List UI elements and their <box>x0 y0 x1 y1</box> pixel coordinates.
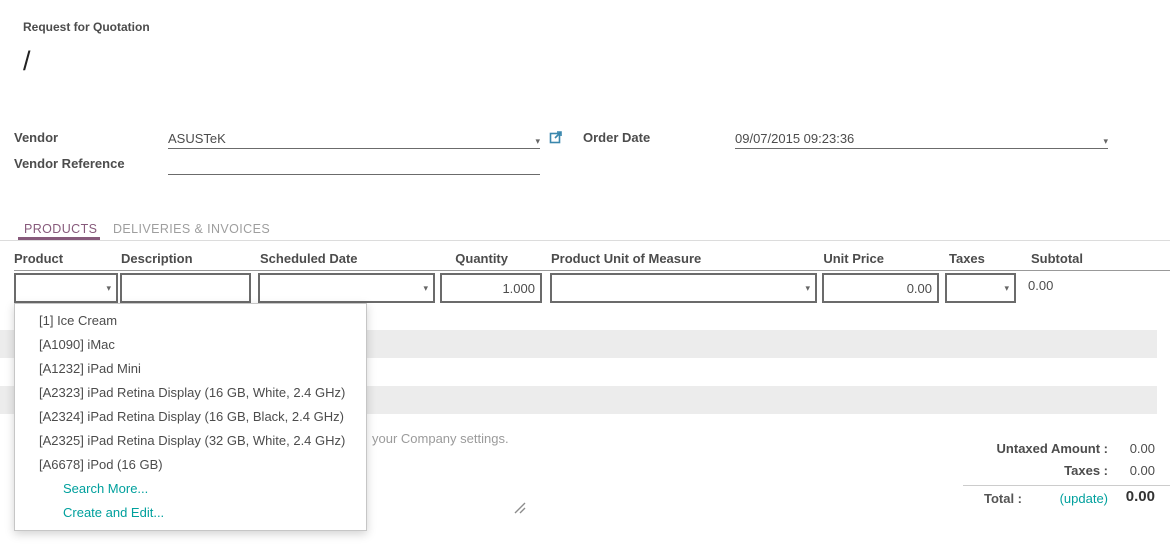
chevron-down-icon[interactable]: ▾ <box>805 284 810 293</box>
chevron-down-icon[interactable]: ▾ <box>1103 137 1108 146</box>
col-header-product: Product <box>14 251 63 266</box>
dropdown-item[interactable]: [A2323] iPad Retina Display (16 GB, Whit… <box>15 381 366 405</box>
tab-products[interactable]: PRODUCTS <box>24 222 97 236</box>
unit-price-cell[interactable] <box>822 273 939 303</box>
tabbar-divider <box>0 240 1170 241</box>
vendor-field[interactable]: ▾ <box>168 127 540 149</box>
quantity-input[interactable] <box>447 281 535 296</box>
vendor-input[interactable] <box>168 131 531 146</box>
summary-divider <box>963 485 1170 486</box>
page-title: Request for Quotation <box>23 20 150 34</box>
subtotal-value: 0.00 <box>1028 278 1053 293</box>
col-header-scheduled-date: Scheduled Date <box>260 251 358 266</box>
dropdown-item[interactable]: [A6678] iPod (16 GB) <box>15 453 366 477</box>
order-date-input[interactable] <box>735 131 1099 146</box>
record-name-field[interactable]: / <box>23 46 31 77</box>
description-cell[interactable] <box>120 273 251 303</box>
taxes-total-label: Taxes : <box>1064 463 1108 478</box>
unit-price-input[interactable] <box>829 281 932 296</box>
textarea-resize-grip-icon[interactable] <box>512 500 526 514</box>
quantity-cell[interactable] <box>440 273 542 303</box>
chevron-down-icon[interactable]: ▾ <box>106 284 111 293</box>
terms-note-text: your Company settings. <box>372 431 509 446</box>
dropdown-item[interactable]: [A1090] iMac <box>15 333 366 357</box>
col-header-quantity: Quantity <box>408 251 508 266</box>
product-autocomplete-dropdown: [1] Ice Cream [A1090] iMac [A1232] iPad … <box>14 303 367 531</box>
dropdown-item[interactable]: [A2325] iPad Retina Display (32 GB, Whit… <box>15 429 366 453</box>
uom-input[interactable] <box>557 281 801 296</box>
external-link-icon[interactable] <box>549 130 563 144</box>
col-header-description: Description <box>121 251 193 266</box>
total-value: 0.00 <box>1126 488 1155 505</box>
col-header-uom: Product Unit of Measure <box>551 251 701 266</box>
product-cell[interactable]: ▾ <box>14 273 118 303</box>
vendor-label: Vendor <box>14 130 58 145</box>
taxes-input[interactable] <box>952 281 1000 296</box>
dropdown-item[interactable]: [A2324] iPad Retina Display (16 GB, Blac… <box>15 405 366 429</box>
order-date-label: Order Date <box>583 130 650 145</box>
order-date-field[interactable]: ▾ <box>735 127 1108 149</box>
description-input[interactable] <box>127 281 244 296</box>
vendor-reference-label: Vendor Reference <box>14 156 125 171</box>
vendor-reference-field[interactable] <box>168 153 540 175</box>
scheduled-date-input[interactable] <box>265 281 419 296</box>
col-header-unit-price: Unit Price <box>784 251 884 266</box>
total-label: Total : <box>984 491 1022 506</box>
untaxed-amount-value: 0.00 <box>1130 441 1155 456</box>
taxes-total-value: 0.00 <box>1130 463 1155 478</box>
tab-deliveries-invoices[interactable]: DELIVERIES & INVOICES <box>113 222 270 236</box>
table-header-divider <box>14 270 1170 271</box>
uom-cell[interactable]: ▾ <box>550 273 817 303</box>
dropdown-item[interactable]: [1] Ice Cream <box>15 309 366 333</box>
create-and-edit-option[interactable]: Create and Edit... <box>15 501 366 525</box>
col-header-subtotal: Subtotal <box>1031 251 1083 266</box>
dropdown-item[interactable]: [A1232] iPad Mini <box>15 357 366 381</box>
vendor-reference-input[interactable] <box>168 157 540 172</box>
untaxed-amount-label: Untaxed Amount : <box>997 441 1108 456</box>
scheduled-date-cell[interactable]: ▾ <box>258 273 435 303</box>
product-input[interactable] <box>21 281 102 296</box>
chevron-down-icon[interactable]: ▾ <box>535 137 540 146</box>
col-header-taxes: Taxes <box>949 251 985 266</box>
chevron-down-icon[interactable]: ▾ <box>423 284 428 293</box>
update-total-link[interactable]: (update) <box>1060 491 1108 506</box>
taxes-cell[interactable]: ▾ <box>945 273 1016 303</box>
rfq-form: Request for Quotation / Vendor ▾ Order D… <box>0 0 1170 551</box>
chevron-down-icon[interactable]: ▾ <box>1004 284 1009 293</box>
search-more-option[interactable]: Search More... <box>15 477 366 501</box>
